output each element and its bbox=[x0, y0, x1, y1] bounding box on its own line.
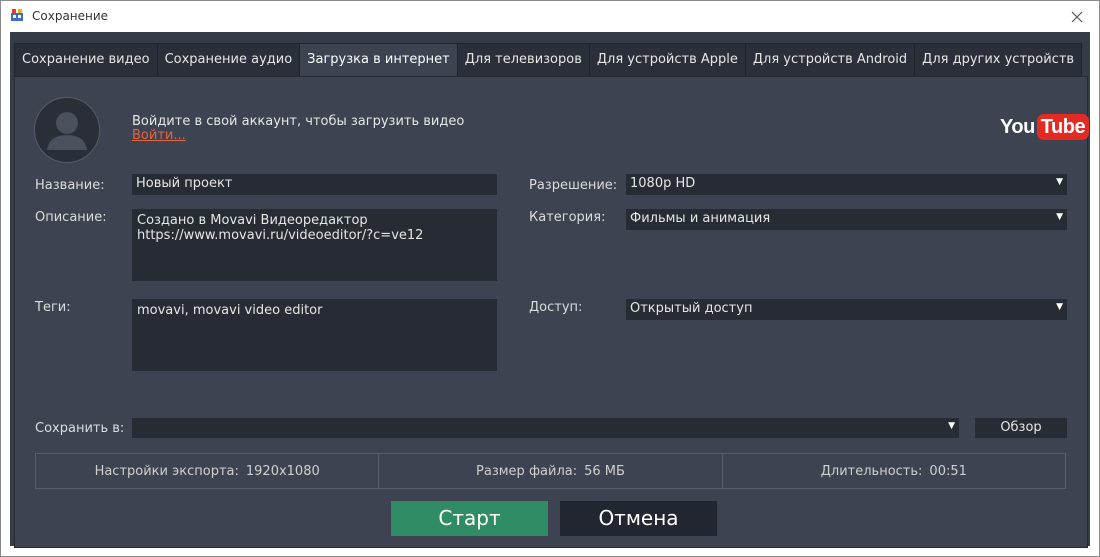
tab-save-video[interactable]: Сохранение видео bbox=[14, 43, 157, 77]
file-size-label: Размер файла: bbox=[476, 463, 578, 479]
tab-bar: Сохранение видео Сохранение аудио Загруз… bbox=[14, 43, 1083, 77]
youtube-logo: You Tube bbox=[1000, 112, 1090, 142]
youtube-logo-you: You bbox=[1000, 115, 1035, 138]
description-label: Описание: bbox=[35, 210, 107, 225]
tab-tv[interactable]: Для телевизоров bbox=[456, 43, 589, 77]
resolution-select[interactable]: 1080p HD ▼ bbox=[626, 174, 1067, 195]
save-to-label: Сохранить в: bbox=[35, 421, 125, 436]
user-icon bbox=[47, 112, 87, 150]
resolution-label: Разрешение: bbox=[529, 178, 618, 193]
category-select[interactable]: Фильмы и анимация ▼ bbox=[626, 209, 1067, 230]
access-label: Доступ: bbox=[529, 300, 583, 315]
login-link[interactable]: Войти... bbox=[132, 128, 186, 143]
tab-android-devices[interactable]: Для устройств Android bbox=[744, 43, 915, 77]
name-field[interactable]: Новый проект bbox=[132, 174, 497, 195]
duration-label: Длительность: bbox=[820, 463, 923, 479]
export-info-bar: Настройки экспорта: 1920x1080 Размер фай… bbox=[35, 453, 1066, 489]
dropdown-arrow-icon: ▼ bbox=[948, 421, 955, 431]
access-select[interactable]: Открытый доступ ▼ bbox=[626, 299, 1067, 320]
browse-button[interactable]: Обзор bbox=[975, 418, 1067, 438]
dialog-content: Сохранение видео Сохранение аудио Загруз… bbox=[10, 32, 1090, 548]
window-title: Сохранение bbox=[32, 9, 109, 23]
upload-panel: Войдите в свой аккаунт, чтобы загрузить … bbox=[14, 76, 1090, 548]
file-size-info: Размер файла: 56 МБ bbox=[379, 454, 723, 488]
category-value: Фильмы и анимация bbox=[630, 211, 771, 226]
tab-apple-devices[interactable]: Для устройств Apple bbox=[588, 43, 745, 77]
youtube-logo-tube: Tube bbox=[1036, 114, 1090, 140]
close-icon bbox=[1071, 11, 1083, 22]
name-label: Название: bbox=[35, 178, 105, 193]
start-button[interactable]: Старт bbox=[391, 501, 548, 536]
avatar bbox=[34, 97, 100, 163]
file-size-value: 56 МБ bbox=[584, 463, 625, 479]
save-to-path-select[interactable]: ▼ bbox=[132, 418, 959, 438]
tags-label: Теги: bbox=[35, 300, 71, 315]
duration-info: Длительность: 00:51 bbox=[723, 454, 1065, 488]
export-settings-value: 1920x1080 bbox=[245, 463, 320, 479]
category-label: Категория: bbox=[529, 210, 606, 225]
tab-upload-online[interactable]: Загрузка в интернет bbox=[299, 43, 457, 77]
resolution-value: 1080p HD bbox=[630, 176, 696, 191]
access-value: Открытый доступ bbox=[630, 301, 753, 316]
dropdown-arrow-icon: ▼ bbox=[1056, 302, 1063, 312]
save-dialog: Сохранение Сохранение видео Сохранение а… bbox=[0, 0, 1100, 557]
close-button[interactable] bbox=[1055, 1, 1099, 32]
tab-other-devices[interactable]: Для других устройств bbox=[914, 43, 1083, 77]
tab-save-audio[interactable]: Сохранение аудио bbox=[156, 43, 300, 77]
dropdown-arrow-icon: ▼ bbox=[1056, 212, 1063, 222]
export-settings-info: Настройки экспорта: 1920x1080 bbox=[36, 454, 380, 488]
login-prompt: Войдите в свой аккаунт, чтобы загрузить … bbox=[132, 114, 465, 129]
export-settings-label: Настройки экспорта: bbox=[94, 463, 239, 479]
dropdown-arrow-icon: ▼ bbox=[1056, 177, 1063, 187]
title-bar: Сохранение bbox=[1, 1, 1099, 32]
movavi-app-icon bbox=[11, 9, 23, 21]
cancel-button[interactable]: Отмена bbox=[560, 501, 717, 536]
duration-value: 00:51 bbox=[929, 463, 967, 479]
tags-field[interactable]: movavi, movavi video editor bbox=[132, 299, 497, 371]
description-field[interactable]: Создано в Movavi Видеоредактор https://w… bbox=[132, 209, 497, 281]
